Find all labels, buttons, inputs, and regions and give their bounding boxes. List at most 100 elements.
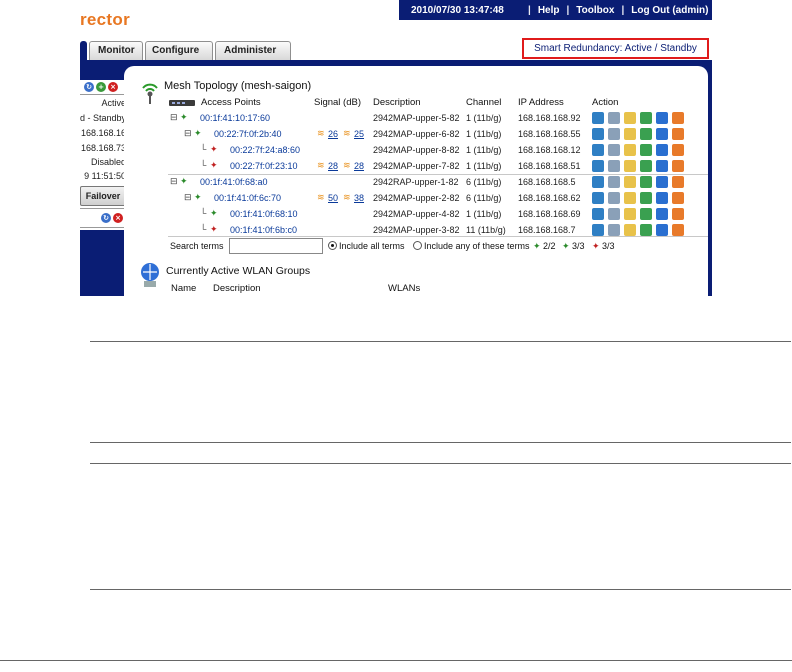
signal-value-1[interactable]: 28 <box>328 161 338 171</box>
config-icon[interactable] <box>640 128 652 140</box>
signal-value-2[interactable]: 38 <box>354 193 364 203</box>
edit-icon[interactable] <box>624 144 636 156</box>
signal-value-1[interactable]: 26 <box>328 129 338 139</box>
reboot-icon[interactable] <box>672 128 684 140</box>
help-link[interactable]: Help <box>538 5 560 16</box>
monitor-icon[interactable] <box>592 128 604 140</box>
divider <box>90 463 791 464</box>
edit-icon[interactable] <box>624 112 636 124</box>
search-input[interactable] <box>229 238 323 254</box>
refresh-icon[interactable] <box>656 144 668 156</box>
col-wlan-name[interactable]: Name <box>171 283 196 294</box>
reboot-icon[interactable] <box>672 144 684 156</box>
failover-button[interactable]: Failover <box>80 186 126 206</box>
monitor-icon[interactable] <box>592 208 604 220</box>
refresh-icon[interactable] <box>656 176 668 188</box>
tree-branch-icon: └ <box>200 144 207 154</box>
config-icon[interactable] <box>640 160 652 172</box>
config-icon[interactable] <box>640 144 652 156</box>
col-ip-address[interactable]: IP Address <box>518 97 564 108</box>
monitor-icon[interactable] <box>592 192 604 204</box>
tree-branch-icon: ⊟ <box>184 128 192 138</box>
refresh-icon[interactable] <box>656 192 668 204</box>
ap-mac-link[interactable]: 00:22:7f:24:a8:60 <box>230 145 300 155</box>
ping-icon[interactable] <box>608 176 620 188</box>
tree-branch-icon: └ <box>200 208 207 218</box>
config-icon[interactable] <box>640 208 652 220</box>
smart-redundancy-status[interactable]: Smart Redundancy: Active / Standby <box>522 38 709 59</box>
reboot-icon[interactable] <box>672 192 684 204</box>
refresh-icon[interactable] <box>656 160 668 172</box>
col-wlans[interactable]: WLANs <box>388 283 420 294</box>
divider <box>0 660 792 661</box>
ap-mac-link[interactable]: 00:1f:41:0f:6c:70 <box>214 193 281 203</box>
tree-toggle-icon[interactable]: ⊟ <box>170 176 178 187</box>
ap-mac-link[interactable]: 00:22:7f:0f:2b:40 <box>214 129 282 139</box>
edit-icon[interactable] <box>624 208 636 220</box>
monitor-icon[interactable] <box>592 176 604 188</box>
monitor-icon[interactable] <box>592 112 604 124</box>
tab-dashboard[interactable] <box>80 41 87 60</box>
monitor-icon[interactable] <box>592 160 604 172</box>
edit-icon[interactable] <box>624 128 636 140</box>
ping-icon[interactable] <box>608 208 620 220</box>
access-point-icon: ✦ <box>180 176 188 186</box>
ap-description: 2942MAP-upper-3-82 <box>373 225 460 235</box>
reboot-icon[interactable] <box>672 112 684 124</box>
ap-mac-link[interactable]: 00:1f:41:0f:68:10 <box>230 209 298 219</box>
expand-icon[interactable]: + <box>96 82 106 92</box>
refresh-icon[interactable] <box>656 208 668 220</box>
reboot-icon[interactable] <box>672 208 684 220</box>
tab-configure[interactable]: Configure <box>145 41 213 60</box>
ping-icon[interactable] <box>608 112 620 124</box>
signal-value-2[interactable]: 25 <box>354 129 364 139</box>
reboot-icon[interactable] <box>672 160 684 172</box>
edit-icon[interactable] <box>624 192 636 204</box>
refresh-icon[interactable] <box>656 128 668 140</box>
ap-channel: 1 (11b/g) <box>466 209 502 219</box>
access-point-icon: ✦ <box>180 112 188 122</box>
col-description[interactable]: Description <box>373 97 421 108</box>
edit-icon[interactable] <box>624 176 636 188</box>
col-access-points[interactable]: Access Points <box>201 97 261 108</box>
tab-administer[interactable]: Administer <box>215 41 291 60</box>
ping-icon[interactable] <box>608 144 620 156</box>
ap-description: 2942MAP-upper-2-82 <box>373 193 460 203</box>
refresh-icon[interactable]: ↻ <box>101 213 111 223</box>
config-icon[interactable] <box>640 112 652 124</box>
ping-icon[interactable] <box>608 128 620 140</box>
signal-value-2[interactable]: 28 <box>354 161 364 171</box>
edit-icon[interactable] <box>624 160 636 172</box>
logout-link[interactable]: Log Out (admin) <box>631 5 708 16</box>
config-icon[interactable] <box>640 224 652 236</box>
close-icon[interactable]: × <box>108 82 118 92</box>
tab-monitor[interactable]: Monitor <box>89 41 143 60</box>
monitor-icon[interactable] <box>592 144 604 156</box>
toolbox-link[interactable]: Toolbox <box>576 5 614 16</box>
ping-icon[interactable] <box>608 192 620 204</box>
reboot-icon[interactable] <box>672 224 684 236</box>
tree-toggle-icon[interactable]: ⊟ <box>170 112 178 123</box>
refresh-icon[interactable] <box>656 112 668 124</box>
edit-icon[interactable] <box>624 224 636 236</box>
signal-value-1[interactable]: 50 <box>328 193 338 203</box>
ap-mac-link[interactable]: 00:1f:41:10:17:60 <box>200 113 270 123</box>
radio-any-terms[interactable] <box>413 241 422 250</box>
ap-mac-link[interactable]: 00:22:7f:0f:23:10 <box>230 161 298 171</box>
ap-mac-link[interactable]: 00:1f:41:0f:6b:c0 <box>230 225 297 235</box>
close-icon[interactable]: × <box>113 213 123 223</box>
ping-icon[interactable] <box>608 224 620 236</box>
col-signal[interactable]: Signal (dB) <box>314 97 361 108</box>
col-channel[interactable]: Channel <box>466 97 501 108</box>
refresh-icon[interactable] <box>656 224 668 236</box>
config-icon[interactable] <box>640 176 652 188</box>
ap-mac-link[interactable]: 00:1f:41:0f:68:a0 <box>200 177 268 187</box>
refresh-icon[interactable]: ↻ <box>84 82 94 92</box>
reboot-icon[interactable] <box>672 176 684 188</box>
radio-all-terms[interactable] <box>328 241 337 250</box>
ping-icon[interactable] <box>608 160 620 172</box>
ap-ip-address: 168.168.168.69 <box>518 209 581 219</box>
col-wlan-description[interactable]: Description <box>213 283 261 294</box>
config-icon[interactable] <box>640 192 652 204</box>
monitor-icon[interactable] <box>592 224 604 236</box>
